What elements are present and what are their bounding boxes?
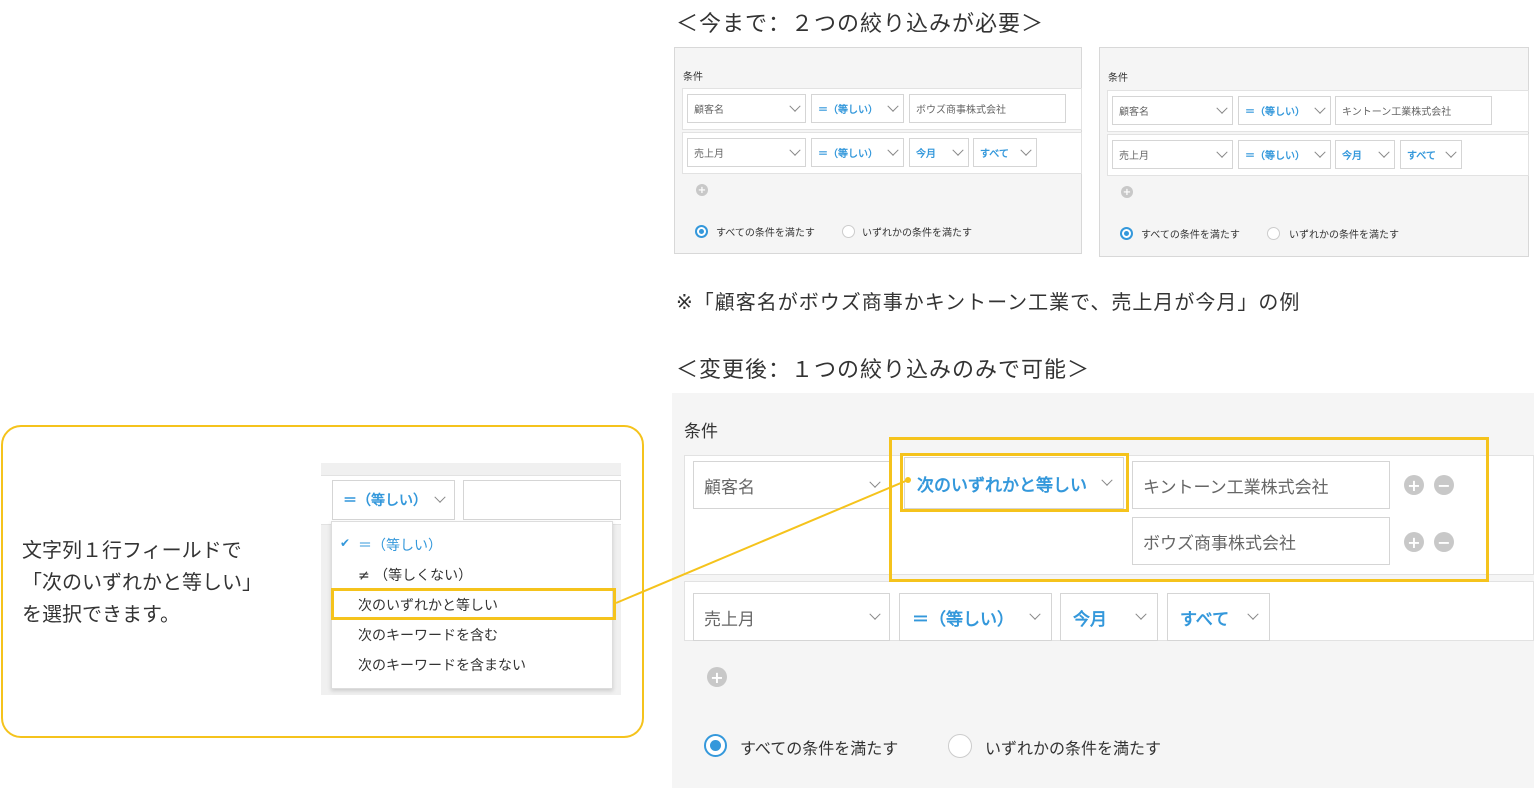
connector-line xyxy=(615,477,911,604)
